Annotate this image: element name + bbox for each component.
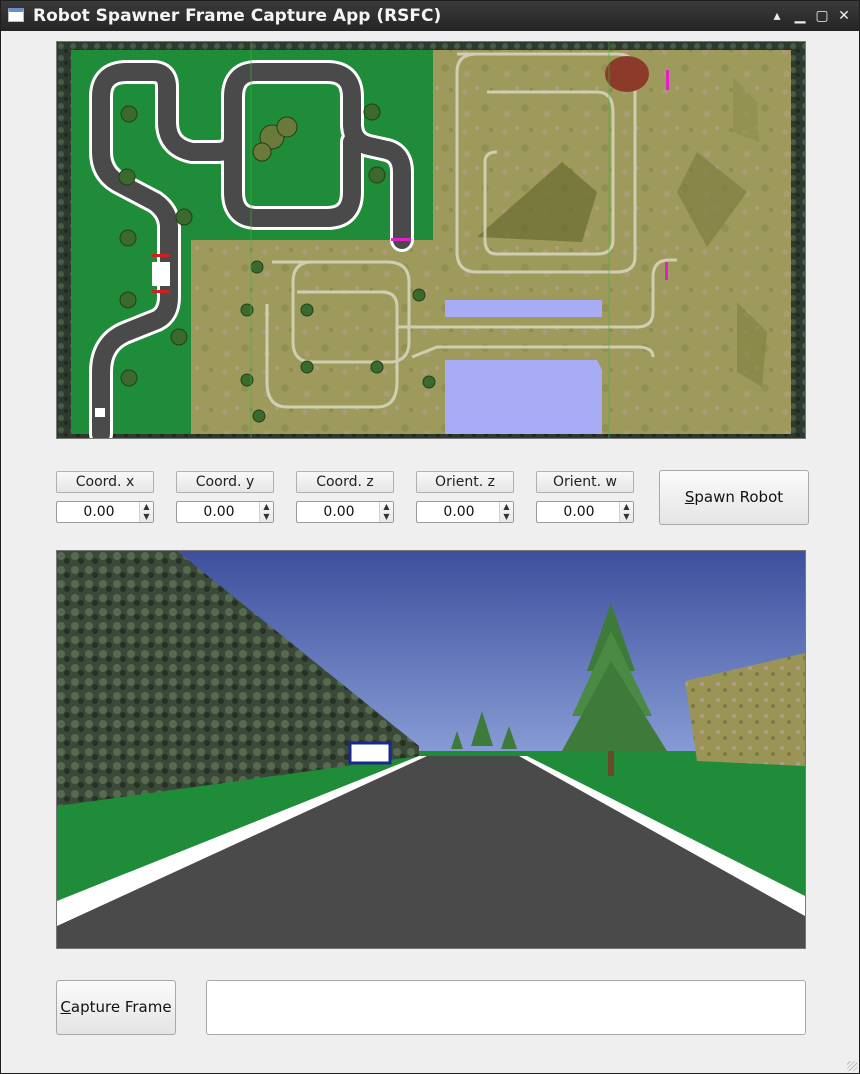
coord-z-label: Coord. z — [296, 471, 394, 493]
spin-arrows[interactable]: ▲ ▼ — [259, 502, 273, 522]
camera-view-panel — [56, 550, 806, 949]
coord-x-value[interactable]: 0.00 — [57, 502, 141, 522]
orient-z-value[interactable]: 0.00 — [417, 502, 501, 522]
chevron-down-icon[interactable]: ▼ — [262, 512, 271, 521]
spawn-mnemonic: S — [684, 488, 695, 506]
sign-board — [348, 741, 392, 765]
maximize-icon[interactable]: ▢ — [812, 6, 832, 26]
orient-z-label: Orient. z — [416, 471, 514, 493]
capture-mnemonic: C — [60, 998, 71, 1016]
chevron-down-icon[interactable]: ▼ — [622, 512, 631, 521]
orient-w-value[interactable]: 0.00 — [537, 502, 621, 522]
coord-z-spinbox[interactable]: 0.00 ▲ ▼ — [296, 501, 394, 523]
spin-arrows[interactable]: ▲ ▼ — [499, 502, 513, 522]
chevron-up-icon[interactable]: ▲ — [622, 502, 631, 511]
spawn-label: pawn Robot — [694, 488, 784, 506]
close-icon[interactable]: ✕ — [834, 6, 854, 26]
chevron-up-icon[interactable]: ▲ — [142, 502, 151, 511]
window-title: Robot Spawner Frame Capture App (RSFC) — [33, 6, 442, 26]
shade-icon[interactable]: ▴ — [767, 6, 787, 26]
chevron-up-icon[interactable]: ▲ — [382, 502, 391, 511]
stop-line — [152, 254, 170, 257]
minimize-icon[interactable]: ▁ — [790, 6, 810, 26]
barrel-object — [605, 56, 649, 92]
marker — [665, 262, 668, 280]
chevron-down-icon[interactable]: ▼ — [502, 512, 511, 521]
orient-w-label: Orient. w — [536, 471, 634, 493]
status-output-field[interactable] — [206, 980, 806, 1035]
orient-z-spinbox[interactable]: 0.00 ▲ ▼ — [416, 501, 514, 523]
chevron-down-icon[interactable]: ▼ — [382, 512, 391, 521]
camera-view-render — [57, 551, 805, 948]
chevron-up-icon[interactable]: ▲ — [262, 502, 271, 511]
window-icon — [8, 8, 24, 22]
coord-y-value[interactable]: 0.00 — [177, 502, 261, 522]
top-view-panel — [56, 41, 806, 439]
capture-label: apture Frame — [70, 998, 172, 1016]
crosswalk — [152, 262, 170, 286]
resize-grip[interactable] — [847, 1061, 857, 1071]
spawn-robot-button[interactable]: Spawn Robot — [659, 470, 809, 525]
robot-marker — [95, 408, 105, 417]
chevron-up-icon[interactable]: ▲ — [502, 502, 511, 511]
coord-x-spinbox[interactable]: 0.00 ▲ ▼ — [56, 501, 154, 523]
spin-arrows[interactable]: ▲ ▼ — [379, 502, 393, 522]
capture-frame-button[interactable]: Capture Frame — [56, 980, 176, 1035]
coord-y-label: Coord. y — [176, 471, 274, 493]
coord-y-spinbox[interactable]: 0.00 ▲ ▼ — [176, 501, 274, 523]
water-pool — [445, 360, 602, 434]
spin-arrows[interactable]: ▲ ▼ — [139, 502, 153, 522]
chevron-down-icon[interactable]: ▼ — [142, 512, 151, 521]
marker — [391, 238, 411, 241]
water-pool — [445, 300, 602, 317]
orient-w-spinbox[interactable]: 0.00 ▲ ▼ — [536, 501, 634, 523]
spin-arrows[interactable]: ▲ ▼ — [619, 502, 633, 522]
coord-z-value[interactable]: 0.00 — [297, 502, 381, 522]
app-window: Robot Spawner Frame Capture App (RSFC) ▴… — [0, 0, 860, 1074]
title-bar: Robot Spawner Frame Capture App (RSFC) ▴… — [1, 1, 859, 31]
top-view-render — [57, 42, 805, 438]
stop-line — [152, 290, 170, 293]
coord-x-label: Coord. x — [56, 471, 154, 493]
marker — [666, 70, 669, 90]
